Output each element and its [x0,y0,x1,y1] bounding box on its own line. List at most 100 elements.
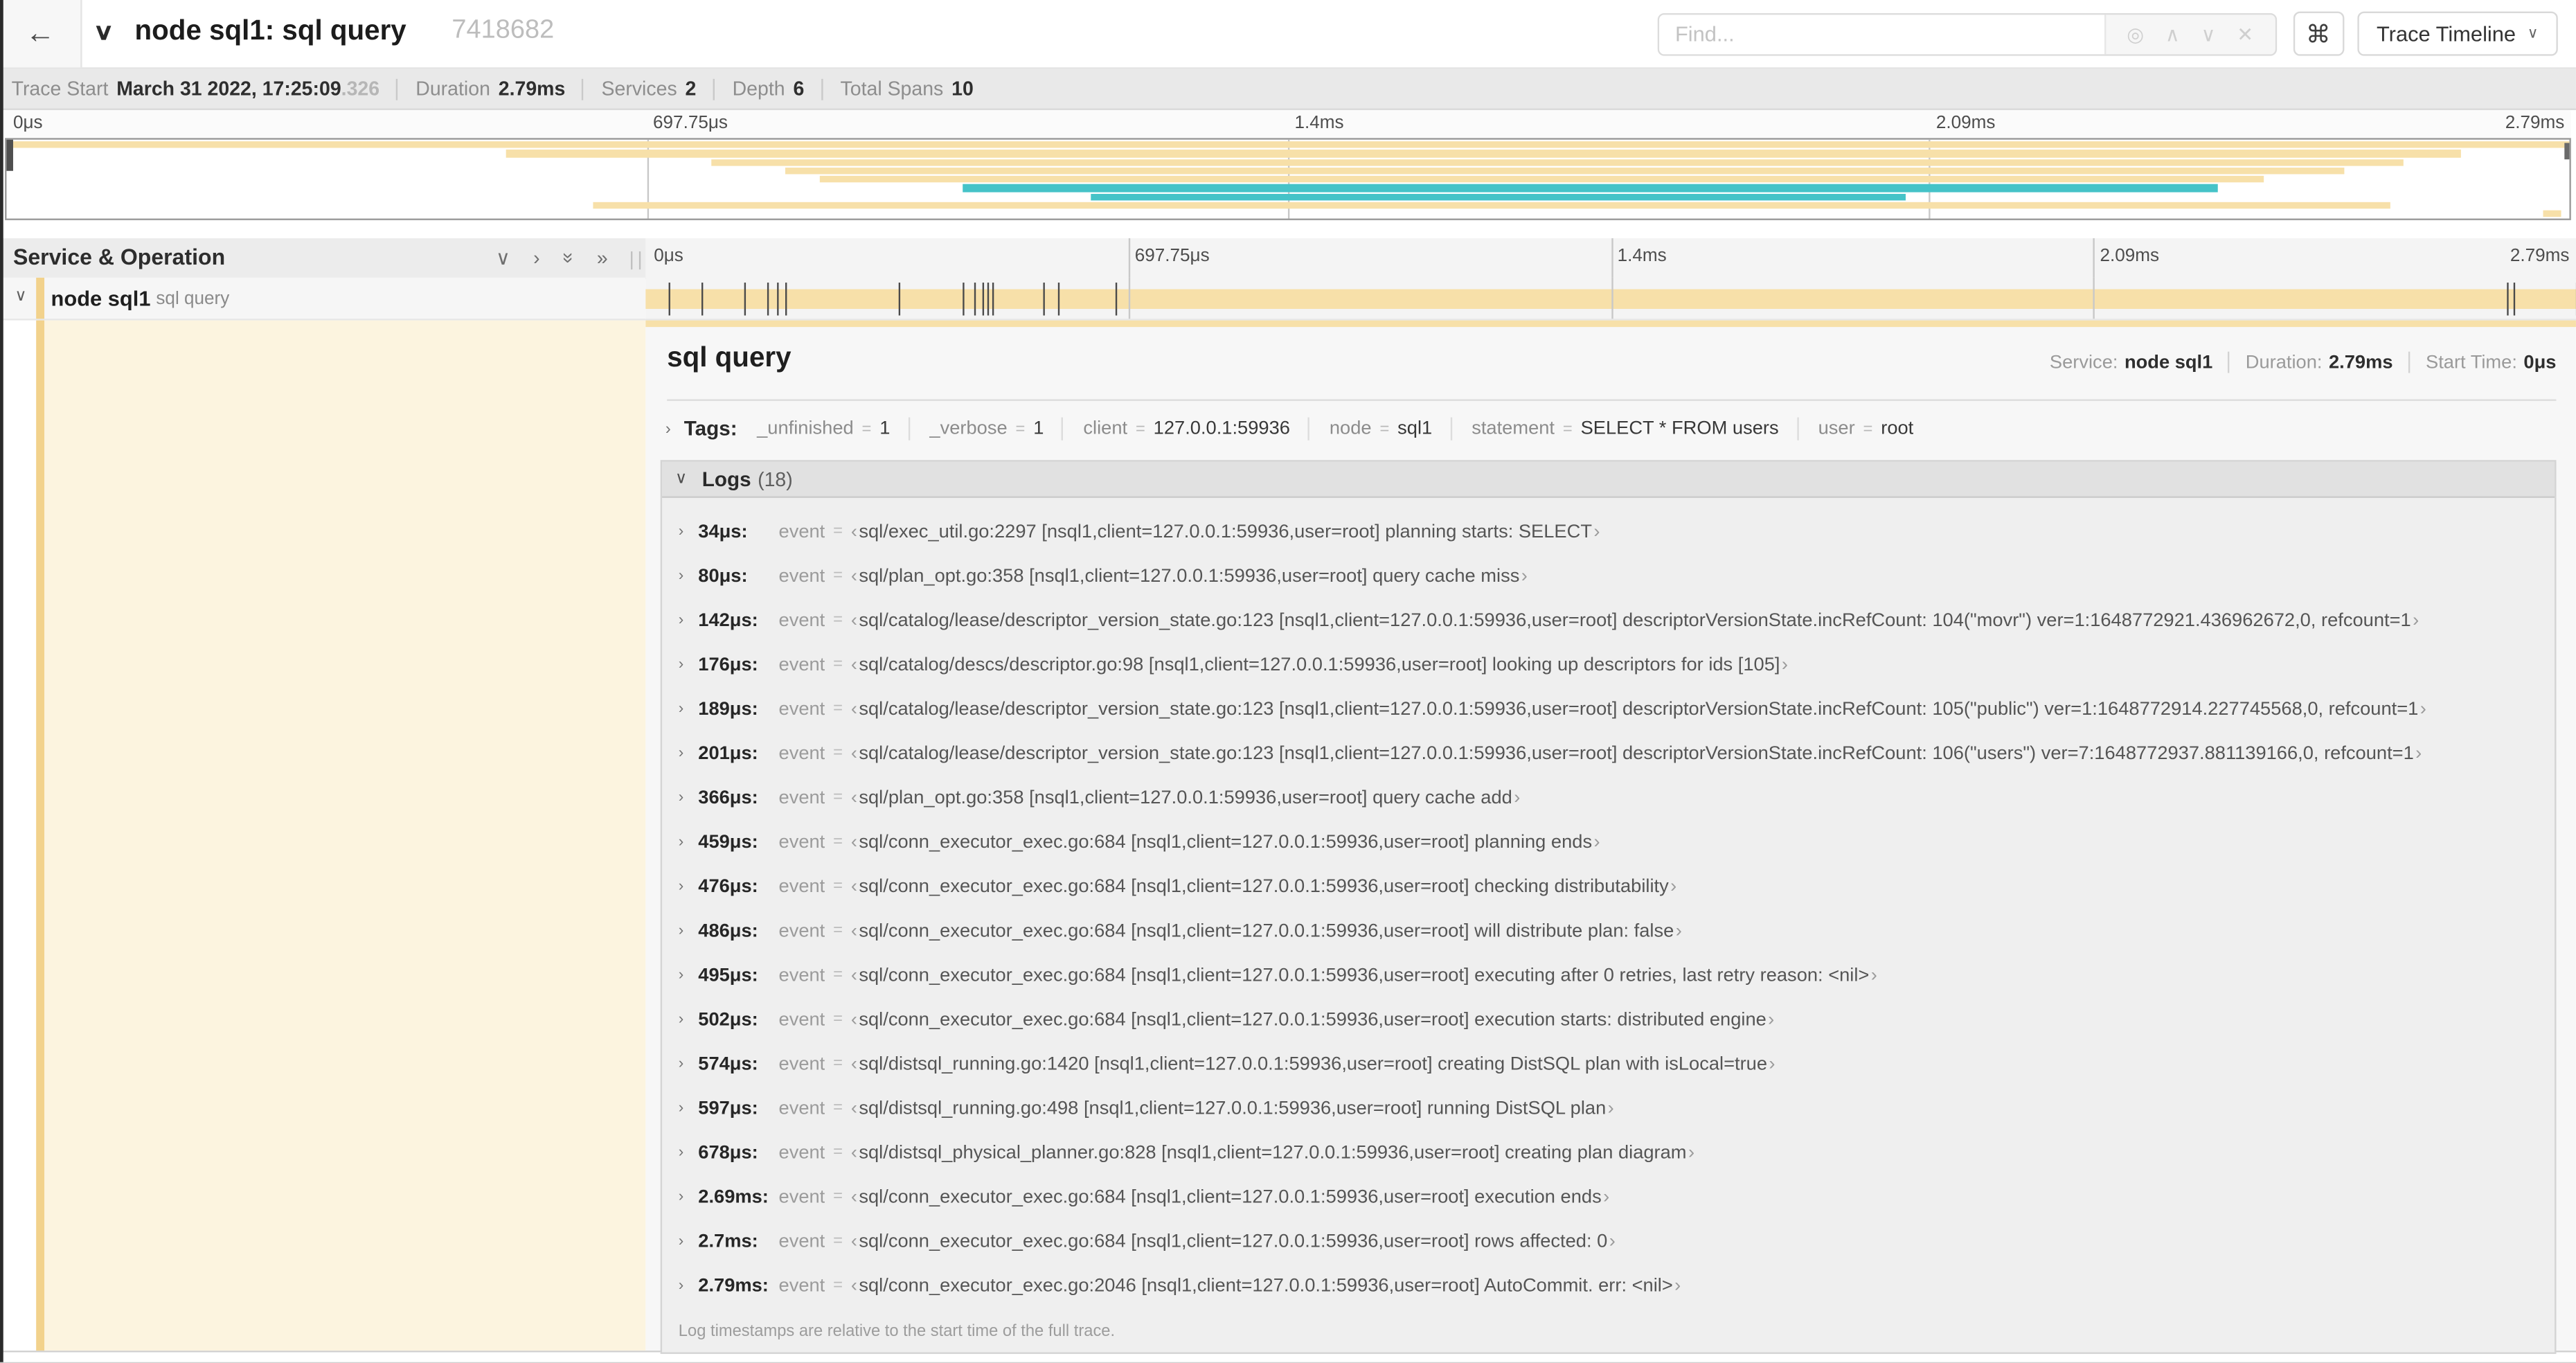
log-field-name: event [778,787,825,808]
log-value: sql/exec_util.go:2297 [nsql1,client=127.… [851,522,1600,541]
meta-label: Start Time: [2425,352,2517,373]
expand-all-icon[interactable]: » [597,247,608,269]
logs-collapse-caret-icon[interactable]: ∨ [675,470,687,488]
span-detail-header[interactable]: sql query Service: node sql1 Duration: 2… [645,327,2576,399]
tags-expand-caret-icon[interactable]: › [665,420,671,438]
span-collapse-caret-icon[interactable]: ∨ [15,287,26,305]
tags-section[interactable]: › Tags: _unfinished = 1 _verbose = 1 cli… [665,401,2557,457]
tag-key: _unfinished [757,418,854,439]
minimap-span-bar [1090,193,1906,201]
log-timestamp: 459μs: [698,832,758,853]
find-input[interactable] [1658,14,2104,54]
equals-sign: = [833,877,843,896]
log-expand-caret-icon[interactable]: › [679,878,698,896]
log-expand-caret-icon[interactable]: › [679,522,698,540]
log-row[interactable]: › 495μs: event = sql/conn_executor_exec.… [662,953,2555,997]
span-row-timeline-cell[interactable] [645,277,2576,321]
log-row[interactable]: › 201μs: event = sql/catalog/lease/descr… [662,731,2555,776]
minimap-tick-label: 697.75μs [653,113,728,134]
log-timestamp: 502μs: [698,1009,758,1030]
collapse-one-icon[interactable]: ∨ [496,247,510,269]
log-expand-caret-icon[interactable]: › [679,966,698,984]
log-row[interactable]: › 80μs: event = sql/plan_opt.go:358 [nsq… [662,553,2555,598]
trace-collapse-caret-icon[interactable]: ∨ [93,18,114,46]
log-row[interactable]: › 459μs: event = sql/conn_executor_exec.… [662,820,2555,864]
column-resizer-grip[interactable] [631,251,641,270]
meta-item: Start Time: 0μs [2407,351,2556,373]
log-expand-caret-icon[interactable]: › [679,745,698,763]
ruler-tick-label: 2.09ms [2100,246,2160,267]
meta-item: Service: node sql1 [2050,352,2212,373]
log-expand-caret-icon[interactable]: › [679,612,698,630]
find-tool-icon[interactable]: ∨ [2201,22,2216,45]
service-color-stripe [36,277,45,319]
span-row-name-cell[interactable]: ∨ node sql1 sql query [0,277,646,321]
summary-value: 2.79ms [498,77,566,100]
back-button[interactable]: ← [0,0,82,68]
log-field-name: event [778,876,825,897]
span-row[interactable]: ∨ node sql1 sql query [0,277,2576,321]
log-row[interactable]: › 2.69ms: event = sql/conn_executor_exec… [662,1175,2555,1219]
summary-value: 10 [951,77,974,100]
log-expand-caret-icon[interactable]: › [679,1232,698,1250]
log-row[interactable]: › 2.7ms: event = sql/conn_executor_exec.… [662,1219,2555,1263]
log-marker-tick [1042,283,1045,316]
collapse-all-icon[interactable]: » [557,253,580,264]
log-expand-caret-icon[interactable]: › [679,922,698,940]
minimap-span-bar [506,150,2462,157]
logs-header[interactable]: ∨ Logs (18) [662,461,2555,498]
log-row[interactable]: › 502μs: event = sql/conn_executor_exec.… [662,997,2555,1042]
tag-key: client [1083,418,1128,439]
find-tool-icon[interactable]: ∧ [2165,22,2180,45]
log-expand-caret-icon[interactable]: › [679,700,698,718]
find-tool-icon[interactable]: ◎ [2127,22,2144,45]
log-row[interactable]: › 2.79ms: event = sql/conn_executor_exec… [662,1263,2555,1308]
minimap-left-scrub-handle[interactable] [6,139,13,171]
span-operation-name: sql query [156,289,230,310]
log-expand-caret-icon[interactable]: › [679,656,698,674]
log-expand-caret-icon[interactable]: › [679,567,698,585]
log-field-name: event [778,699,825,719]
log-marker-tick [963,283,965,316]
find-tool-icon[interactable]: ✕ [2237,22,2253,45]
find-box: ◎ ∧ ∨ ✕ [1656,12,2277,55]
log-expand-caret-icon[interactable]: › [679,1188,698,1206]
minimap-right-scrub-handle[interactable] [2564,143,2570,160]
logs-label: Logs [701,467,751,491]
log-value: sql/catalog/lease/descriptor_version_sta… [851,744,2422,763]
equals-sign: = [1562,420,1573,438]
expand-one-icon[interactable]: › [533,247,539,269]
timeline-gridline [1611,277,1613,319]
log-timestamp: 476μs: [698,876,758,897]
tag-key: node [1329,418,1372,439]
log-row[interactable]: › 678μs: event = sql/distsql_physical_pl… [662,1130,2555,1175]
log-row[interactable]: › 366μs: event = sql/plan_opt.go:358 [ns… [662,776,2555,820]
log-value: sql/conn_executor_exec.go:684 [nsql1,cli… [851,1010,1774,1029]
log-row[interactable]: › 189μs: event = sql/catalog/lease/descr… [662,687,2555,731]
log-expand-caret-icon[interactable]: › [679,789,698,807]
log-timestamp: 142μs: [698,610,758,630]
log-row[interactable]: › 476μs: event = sql/conn_executor_exec.… [662,864,2555,909]
keyboard-shortcuts-button[interactable]: ⌘ [2292,11,2344,56]
view-selector-button[interactable]: Trace Timeline ∨ [2356,11,2558,56]
tag-value: 1 [1033,418,1044,439]
log-row[interactable]: › 597μs: event = sql/distsql_running.go:… [662,1086,2555,1130]
log-row[interactable]: › 176μs: event = sql/catalog/descs/descr… [662,643,2555,687]
log-expand-caret-icon[interactable]: › [679,1276,698,1294]
summary-value: March 31 2022, 17:25:09 [116,77,341,100]
minimap-canvas[interactable] [5,138,2571,220]
log-row[interactable]: › 486μs: event = sql/conn_executor_exec.… [662,909,2555,953]
log-expand-caret-icon[interactable]: › [679,1055,698,1073]
log-row[interactable]: › 34μs: event = sql/exec_util.go:2297 [n… [662,509,2555,553]
log-expand-caret-icon[interactable]: › [679,1099,698,1117]
minimap-span-bar [819,175,2264,184]
equals-sign: = [833,921,843,941]
log-row[interactable]: › 574μs: event = sql/distsql_running.go:… [662,1042,2555,1086]
summary-suffix: .326 [341,77,380,100]
log-expand-caret-icon[interactable]: › [679,1143,698,1161]
log-marker-tick [2513,283,2516,316]
log-expand-caret-icon[interactable]: › [679,1010,698,1028]
log-row[interactable]: › 142μs: event = sql/catalog/lease/descr… [662,598,2555,643]
timeline-gridline [2093,238,2095,278]
log-expand-caret-icon[interactable]: › [679,833,698,851]
